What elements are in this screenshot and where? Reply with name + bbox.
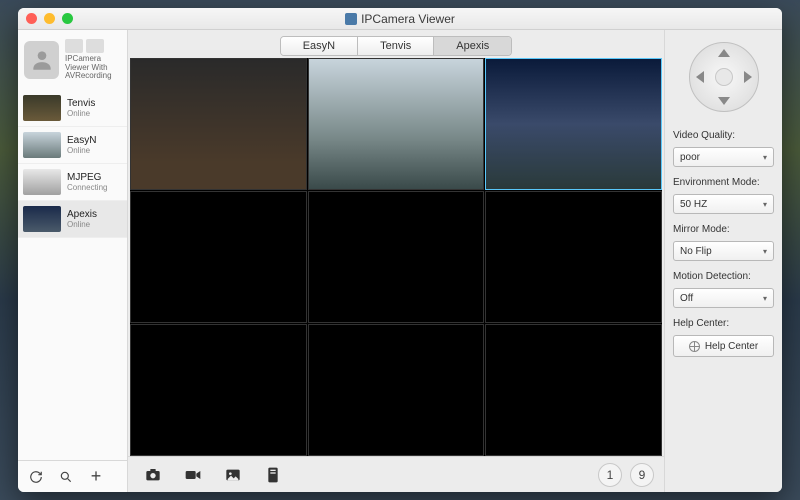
camera-name: EasyN (67, 135, 96, 146)
search-button[interactable] (56, 467, 76, 487)
tab-tenvis[interactable]: Tenvis (358, 37, 434, 55)
snapshot-button[interactable] (138, 463, 168, 487)
camera-type-icon[interactable] (65, 39, 83, 53)
chevron-down-icon: ▾ (763, 200, 767, 209)
refresh-button[interactable] (26, 467, 46, 487)
help-center-text: Help Center (705, 341, 758, 352)
grid-cell[interactable] (308, 191, 485, 323)
user-avatar[interactable] (24, 41, 59, 79)
record-button[interactable] (178, 463, 208, 487)
environment-mode-select[interactable]: 50 HZ ▾ (673, 194, 774, 214)
app-icon (345, 13, 357, 25)
camera-name: Tenvis (67, 98, 95, 109)
chevron-down-icon: ▾ (763, 247, 767, 256)
app-window: IPCamera Viewer IPCamera Viewer With AVR… (18, 8, 782, 492)
help-center-button[interactable]: Help Center (673, 335, 774, 357)
ptz-center-button[interactable] (715, 68, 733, 86)
grid-cell[interactable] (485, 191, 662, 323)
settings-panel: Video Quality: poor ▾ Environment Mode: … (664, 30, 782, 492)
camera-list-item[interactable]: EasyN Online (18, 127, 127, 164)
recordings-button[interactable] (258, 463, 288, 487)
grid-cell[interactable] (485, 324, 662, 456)
ptz-right-button[interactable] (744, 71, 752, 83)
globe-icon (689, 341, 700, 352)
ptz-down-button[interactable] (718, 97, 730, 105)
grid-cell[interactable] (130, 58, 307, 190)
main: EasyN Tenvis Apexis (128, 30, 664, 492)
mirror-mode-select[interactable]: No Flip ▾ (673, 241, 774, 261)
window-title: IPCamera Viewer (18, 12, 782, 26)
tab-apexis[interactable]: Apexis (434, 37, 511, 55)
motion-detection-value: Off (680, 293, 693, 304)
layout-9-button[interactable]: 9 (630, 463, 654, 487)
camera-name: MJPEG (67, 172, 107, 183)
grid-cell[interactable] (308, 58, 485, 190)
camera-list-item[interactable]: Apexis Online (18, 201, 127, 238)
gallery-button[interactable] (218, 463, 248, 487)
motion-detection-label: Motion Detection: (673, 271, 774, 282)
sidebar-header: IPCamera Viewer With AVRecording (18, 30, 127, 90)
chevron-down-icon: ▾ (763, 294, 767, 303)
camera-status: Online (67, 109, 95, 118)
video-quality-value: poor (680, 152, 700, 163)
ptz-up-button[interactable] (718, 49, 730, 57)
camera-list: Tenvis Online EasyN Online MJPEG Conne (18, 90, 127, 460)
window-title-text: IPCamera Viewer (361, 12, 455, 26)
bottom-toolbar: 1 9 (128, 456, 664, 492)
grid-cell[interactable] (308, 324, 485, 456)
camera-name: Apexis (67, 209, 97, 220)
camera-status: Connecting (67, 183, 107, 192)
chevron-down-icon: ▾ (763, 153, 767, 162)
video-grid (130, 58, 662, 456)
environment-mode-label: Environment Mode: (673, 177, 774, 188)
camera-list-item[interactable]: MJPEG Connecting (18, 164, 127, 201)
record-type-icon[interactable] (86, 39, 104, 53)
sidebar-toolbar: + (18, 460, 127, 492)
content: IPCamera Viewer With AVRecording Tenvis … (18, 30, 782, 492)
environment-mode-value: 50 HZ (680, 199, 707, 210)
layout-1-button[interactable]: 1 (598, 463, 622, 487)
camera-thumbnail (23, 206, 61, 232)
mirror-mode-label: Mirror Mode: (673, 224, 774, 235)
help-center-label: Help Center: (673, 318, 774, 329)
sidebar: IPCamera Viewer With AVRecording Tenvis … (18, 30, 128, 492)
video-quality-select[interactable]: poor ▾ (673, 147, 774, 167)
dpad (689, 42, 759, 112)
sidebar-caption: IPCamera Viewer With AVRecording (65, 55, 121, 81)
ptz-left-button[interactable] (696, 71, 704, 83)
camera-thumbnail (23, 95, 61, 121)
camera-list-item[interactable]: Tenvis Online (18, 90, 127, 127)
tabbar: EasyN Tenvis Apexis (128, 30, 664, 56)
add-button[interactable]: + (86, 467, 106, 487)
motion-detection-select[interactable]: Off ▾ (673, 288, 774, 308)
camera-status: Online (67, 220, 97, 229)
camera-thumbnail (23, 132, 61, 158)
grid-cell[interactable] (485, 58, 662, 190)
camera-tabs: EasyN Tenvis Apexis (280, 36, 513, 56)
camera-thumbnail (23, 169, 61, 195)
mirror-mode-value: No Flip (680, 246, 712, 257)
camera-status: Online (67, 146, 96, 155)
ptz-control (673, 38, 774, 120)
grid-cell[interactable] (130, 324, 307, 456)
tab-easyn[interactable]: EasyN (281, 37, 358, 55)
video-quality-label: Video Quality: (673, 130, 774, 141)
grid-cell[interactable] (130, 191, 307, 323)
titlebar: IPCamera Viewer (18, 8, 782, 30)
